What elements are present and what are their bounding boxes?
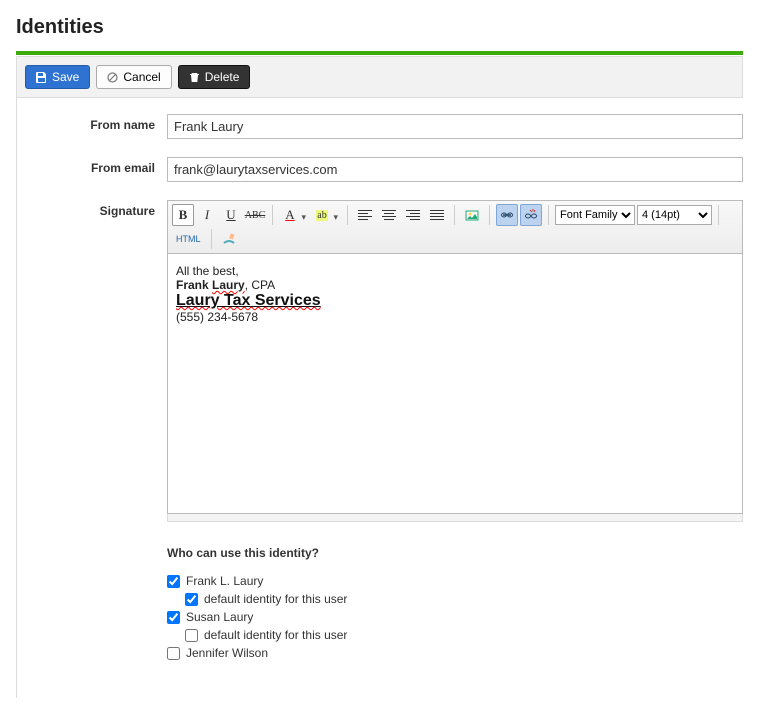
accent-bar (16, 51, 743, 55)
html-source-label: HTML (176, 234, 201, 244)
signature-label: Signature (17, 200, 167, 218)
user-checkbox-row: Jennifer Wilson (167, 646, 743, 660)
insert-image-button[interactable] (461, 204, 483, 226)
signature-line-link: Laury Tax Services (176, 292, 734, 310)
bold-button[interactable]: B (172, 204, 194, 226)
separator (211, 229, 212, 249)
align-justify-button[interactable] (426, 204, 448, 226)
from-name-input[interactable] (167, 114, 743, 139)
user-checkbox[interactable] (167, 611, 180, 624)
font-size-select[interactable]: 4 (14pt) (637, 205, 712, 225)
signature-link[interactable]: Laury Tax Services (176, 292, 321, 309)
separator (347, 205, 348, 225)
separator (272, 205, 273, 225)
align-left-button[interactable] (354, 204, 376, 226)
separator (454, 205, 455, 225)
default-identity-checkbox[interactable] (185, 593, 198, 606)
chevron-down-icon: ▾ (333, 212, 338, 223)
underline-button[interactable]: U (220, 204, 242, 226)
separator (489, 205, 490, 225)
text-color-button[interactable]: A ▾ (279, 204, 301, 226)
delete-button-label: Delete (205, 71, 240, 83)
clear-formatting-button[interactable] (218, 228, 240, 250)
user-checkbox[interactable] (167, 575, 180, 588)
delete-button[interactable]: Delete (178, 65, 251, 89)
access-heading: Who can use this identity? (167, 546, 743, 560)
access-section: Who can use this identity? Frank L. Laur… (167, 546, 743, 660)
cancel-button-label: Cancel (123, 71, 160, 83)
font-family-select[interactable]: Font Family (555, 205, 635, 225)
user-name-label: Frank L. Laury (186, 574, 263, 588)
save-icon (36, 72, 47, 83)
action-toolbar: Save Cancel Delete (16, 56, 743, 98)
strike-button[interactable]: ABC (244, 204, 266, 226)
save-button[interactable]: Save (25, 65, 90, 89)
align-right-button[interactable] (402, 204, 424, 226)
italic-button[interactable]: I (196, 204, 218, 226)
form-content: From name From email Signature B I U ABC… (16, 98, 743, 698)
signature-editor[interactable]: All the best, Frank Laury, CPA Laury Tax… (167, 254, 743, 514)
signature-line-phone: (555) 234-5678 (176, 310, 734, 324)
from-email-input[interactable] (167, 157, 743, 182)
user-checkbox-row: Susan Laury (167, 610, 743, 624)
user-checkbox[interactable] (167, 647, 180, 660)
signature-line-name: Frank Laury, CPA (176, 278, 734, 292)
save-button-label: Save (52, 71, 79, 83)
default-identity-row: default identity for this user (185, 628, 743, 642)
separator (718, 205, 719, 225)
editor-resize-handle[interactable] (167, 514, 743, 522)
page-title: Identities (16, 16, 743, 39)
user-name-label: Susan Laury (186, 610, 253, 624)
unlink-button[interactable] (520, 204, 542, 226)
html-source-button[interactable]: HTML (172, 228, 205, 250)
editor-toolbar: B I U ABC A ▾ ab ▾ (167, 200, 743, 254)
cancel-icon (107, 72, 118, 83)
chevron-down-icon: ▾ (301, 212, 306, 223)
highlight-button[interactable]: ab ▾ (311, 204, 333, 226)
link-button[interactable] (496, 204, 518, 226)
from-email-label: From email (17, 157, 167, 175)
default-identity-row: default identity for this user (185, 592, 743, 606)
separator (548, 205, 549, 225)
default-identity-checkbox[interactable] (185, 629, 198, 642)
user-name-label: Jennifer Wilson (186, 646, 268, 660)
align-center-button[interactable] (378, 204, 400, 226)
signature-line-greeting: All the best, (176, 264, 734, 278)
from-name-label: From name (17, 114, 167, 132)
default-identity-label: default identity for this user (204, 628, 347, 642)
user-checkbox-row: Frank L. Laury (167, 574, 743, 588)
trash-icon (189, 72, 200, 83)
cancel-button[interactable]: Cancel (96, 65, 171, 89)
default-identity-label: default identity for this user (204, 592, 347, 606)
